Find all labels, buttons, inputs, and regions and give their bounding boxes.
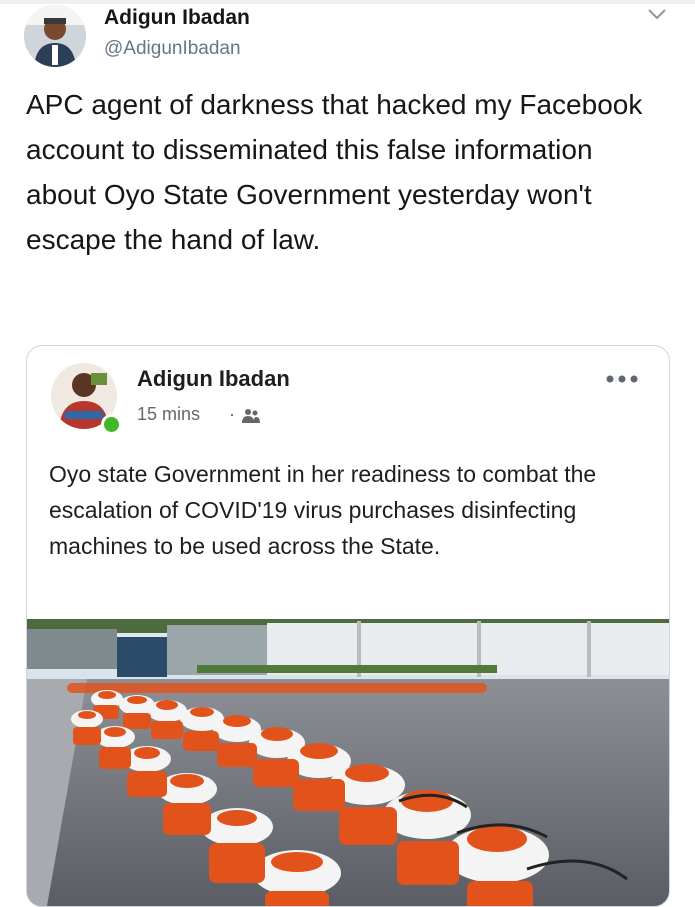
post-photo[interactable] <box>27 619 669 906</box>
tweet-text: APC agent of darkness that hacked my Fac… <box>26 89 643 255</box>
post-text: Oyo state Government in her readiness to… <box>49 461 597 559</box>
author-avatar[interactable] <box>24 5 86 67</box>
post-timestamp[interactable]: 15 mins <box>137 404 200 425</box>
author-name[interactable]: Adigun Ibadan <box>104 6 250 30</box>
sprayers-photo <box>27 619 669 906</box>
post-author-name[interactable]: Adigun Ibadan <box>137 366 290 392</box>
online-status-dot <box>101 414 122 435</box>
timestamp-separator: · <box>229 404 235 424</box>
chevron-down-icon[interactable] <box>646 6 668 22</box>
embedded-post-card[interactable]: Adigun Ibadan 15 mins · Oyo state Govern… <box>26 345 670 907</box>
friends-icon <box>242 409 260 423</box>
more-options-icon[interactable] <box>605 374 639 384</box>
top-divider <box>0 0 695 4</box>
author-handle[interactable]: @AdigunIbadan <box>104 38 241 60</box>
avatar-photo <box>24 5 86 67</box>
